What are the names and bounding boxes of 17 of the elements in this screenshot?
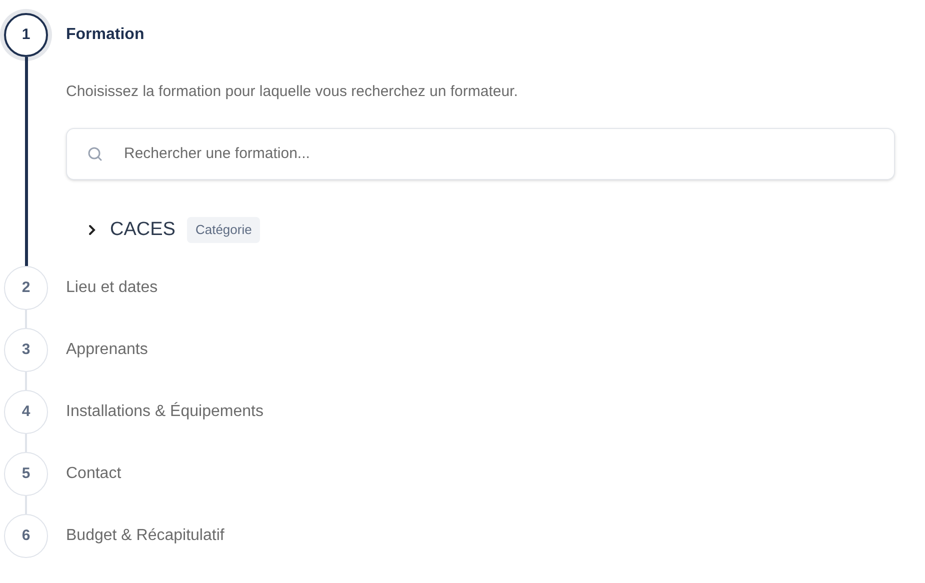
- step-number[interactable]: 2: [4, 266, 48, 310]
- step-number[interactable]: 6: [4, 514, 48, 558]
- step-number[interactable]: 5: [4, 452, 48, 496]
- chevron-icon[interactable]: [86, 224, 98, 236]
- search-field[interactable]: Rechercher une formation...: [66, 128, 895, 180]
- step-title[interactable]: Lieu et dates: [66, 276, 158, 300]
- step-description: Choisissez la formation pour laquelle vous recherchez un formateur.: [66, 82, 519, 102]
- category-name[interactable]: CACES: [110, 216, 176, 244]
- search-icon: [86, 144, 104, 162]
- step-number[interactable]: 3: [4, 328, 48, 372]
- category-badge: Catégorie: [187, 217, 260, 242]
- step-title[interactable]: Budget & Récapitulatif: [66, 524, 224, 548]
- step-title[interactable]: Contact: [66, 462, 122, 486]
- step-title[interactable]: Formation: [66, 23, 144, 47]
- step-title[interactable]: Apprenants: [66, 338, 148, 362]
- step-number[interactable]: 4: [4, 390, 48, 434]
- step-title[interactable]: Installations & Équipements: [66, 400, 264, 424]
